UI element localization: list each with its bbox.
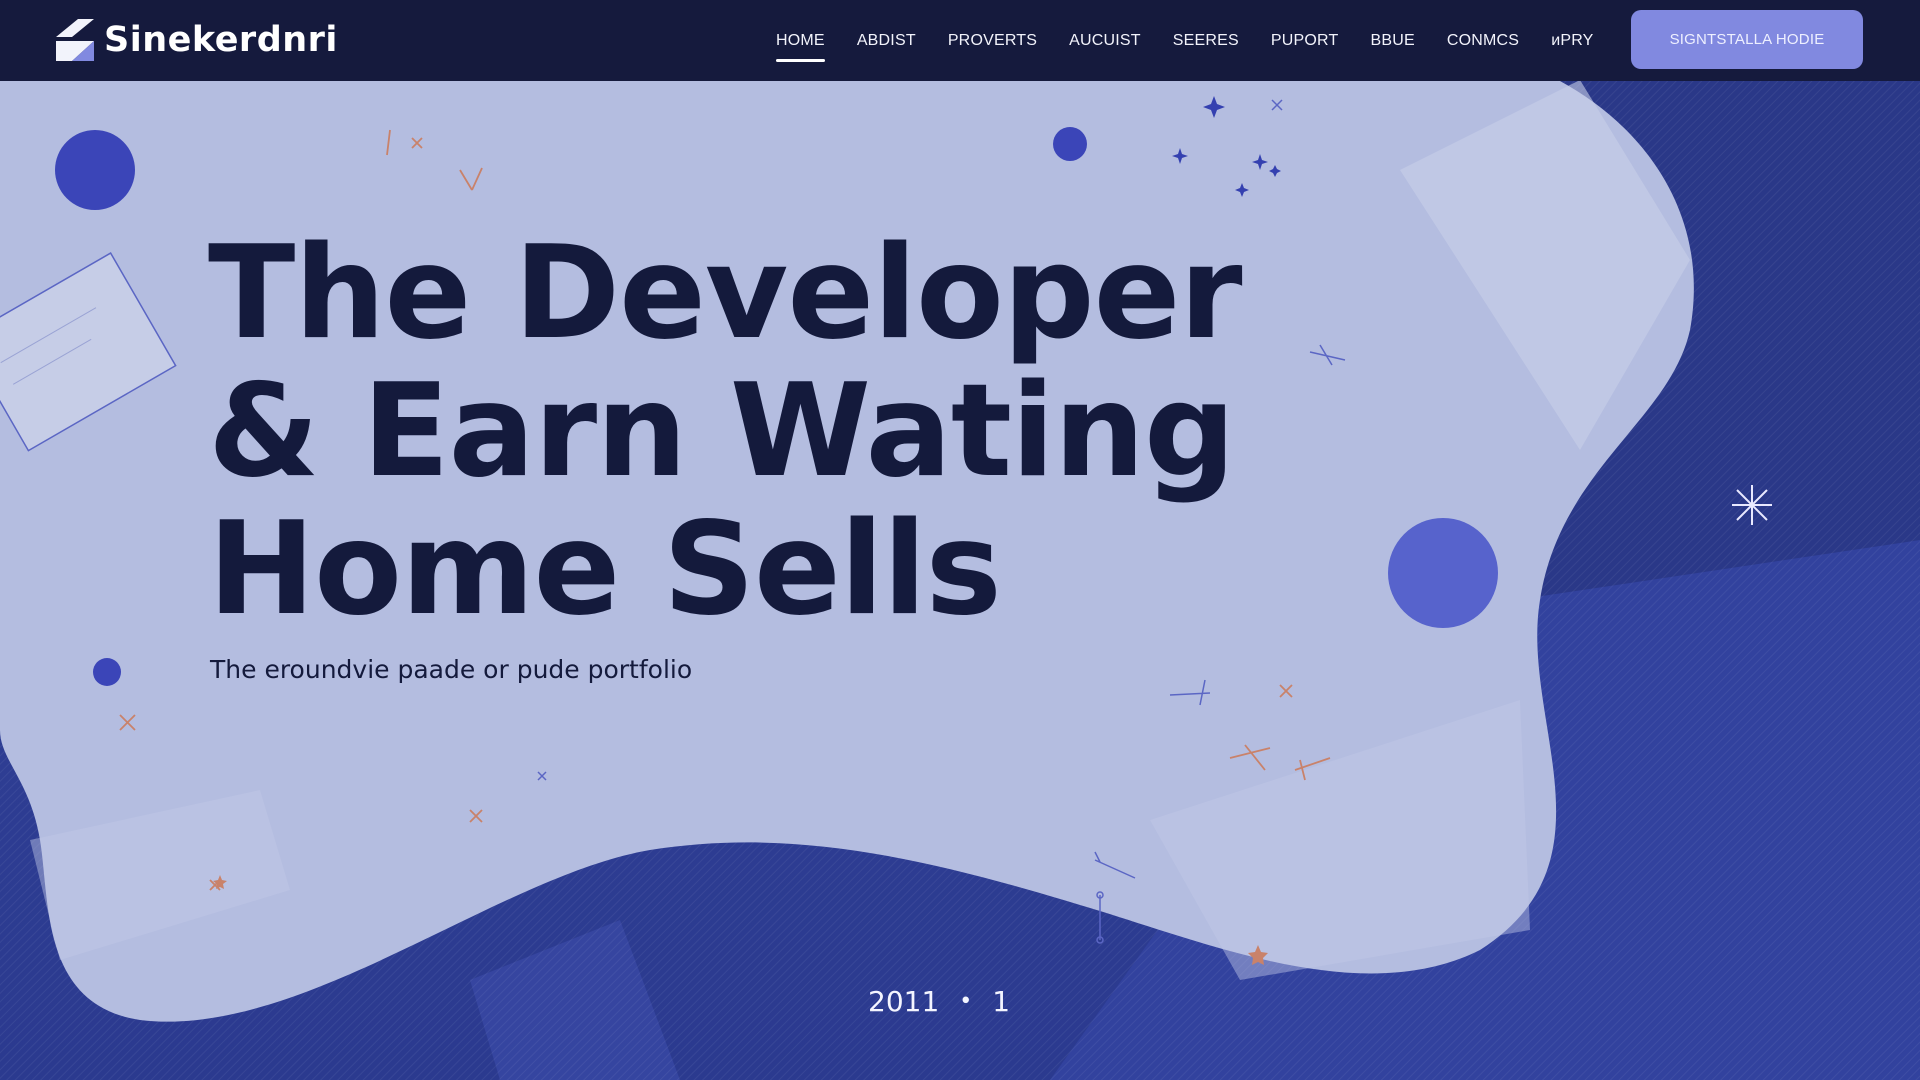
top-navbar: Sinekerdnri HOME ABDIST PROVERTS AUCUIST… — [0, 0, 1920, 81]
headline-line: The Developer — [208, 219, 1243, 368]
hero-headline: The Developer & Earn Wating Home Sells — [208, 225, 1308, 639]
nav-item-home[interactable]: HOME — [776, 32, 825, 62]
circle-decoration — [55, 130, 135, 210]
headline-line: Home Sells — [208, 495, 1002, 644]
circle-decoration — [93, 658, 121, 686]
nav-item-bbue[interactable]: BBUE — [1371, 32, 1415, 50]
nav-item-proverts[interactable]: PROVERTS — [948, 32, 1037, 50]
pager-page[interactable]: 1 — [992, 985, 1010, 1018]
slide-pager: 2011 • 1 — [868, 985, 1010, 1018]
cta-button[interactable]: SIGNTSTALLA HODIE — [1631, 10, 1863, 69]
hero-subtitle: The eroundvie paade or pude portfolio — [210, 655, 693, 684]
pager-separator: • — [959, 989, 973, 1014]
nav-item-conmcs[interactable]: CONMCS — [1447, 32, 1519, 50]
circle-decoration — [1053, 127, 1087, 161]
nav-item-puport[interactable]: PUPORT — [1271, 32, 1339, 50]
nav-item-abdist[interactable]: ABDIST — [857, 32, 916, 50]
hero-section: Sinekerdnri HOME ABDIST PROVERTS AUCUIST… — [0, 0, 1920, 1080]
logo-mark-icon — [56, 19, 94, 61]
nav-menu: HOME ABDIST PROVERTS AUCUIST SEERES PUPO… — [760, 0, 1610, 81]
sparkle-icon — [1732, 485, 1772, 525]
pager-year: 2011 — [868, 985, 940, 1018]
nav-item-seeres[interactable]: SEERES — [1173, 32, 1239, 50]
nav-item-npry[interactable]: ᴎPRY — [1551, 32, 1593, 50]
headline-line: & Earn Wating — [208, 357, 1236, 506]
nav-item-aucuist[interactable]: AUCUIST — [1069, 32, 1141, 50]
brand-name: Sinekerdnri — [104, 20, 338, 60]
brand-logo[interactable]: Sinekerdnri — [50, 16, 338, 64]
circle-decoration — [1388, 518, 1498, 628]
